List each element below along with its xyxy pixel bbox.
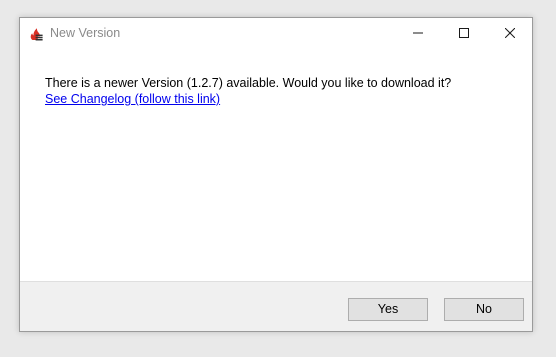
dialog-footer: Yes No [20,281,532,331]
maximize-icon [459,25,469,43]
close-icon [504,25,516,43]
update-message: There is a newer Version (1.2.7) availab… [45,76,452,90]
title-bar[interactable]: New Version [20,18,532,49]
maximize-button[interactable] [441,18,487,49]
dialog-content: There is a newer Version (1.2.7) availab… [20,49,532,281]
window-title: New Version [50,26,121,40]
close-button[interactable] [487,18,533,49]
minimize-button[interactable] [395,18,441,49]
no-button[interactable]: No [444,298,524,321]
yes-button[interactable]: Yes [348,298,428,321]
flame-app-icon [29,27,43,41]
minimize-icon [413,25,423,43]
changelog-link[interactable]: See Changelog (follow this link) [45,92,220,106]
new-version-dialog: New Version There is a newer Version (1.… [19,17,533,332]
